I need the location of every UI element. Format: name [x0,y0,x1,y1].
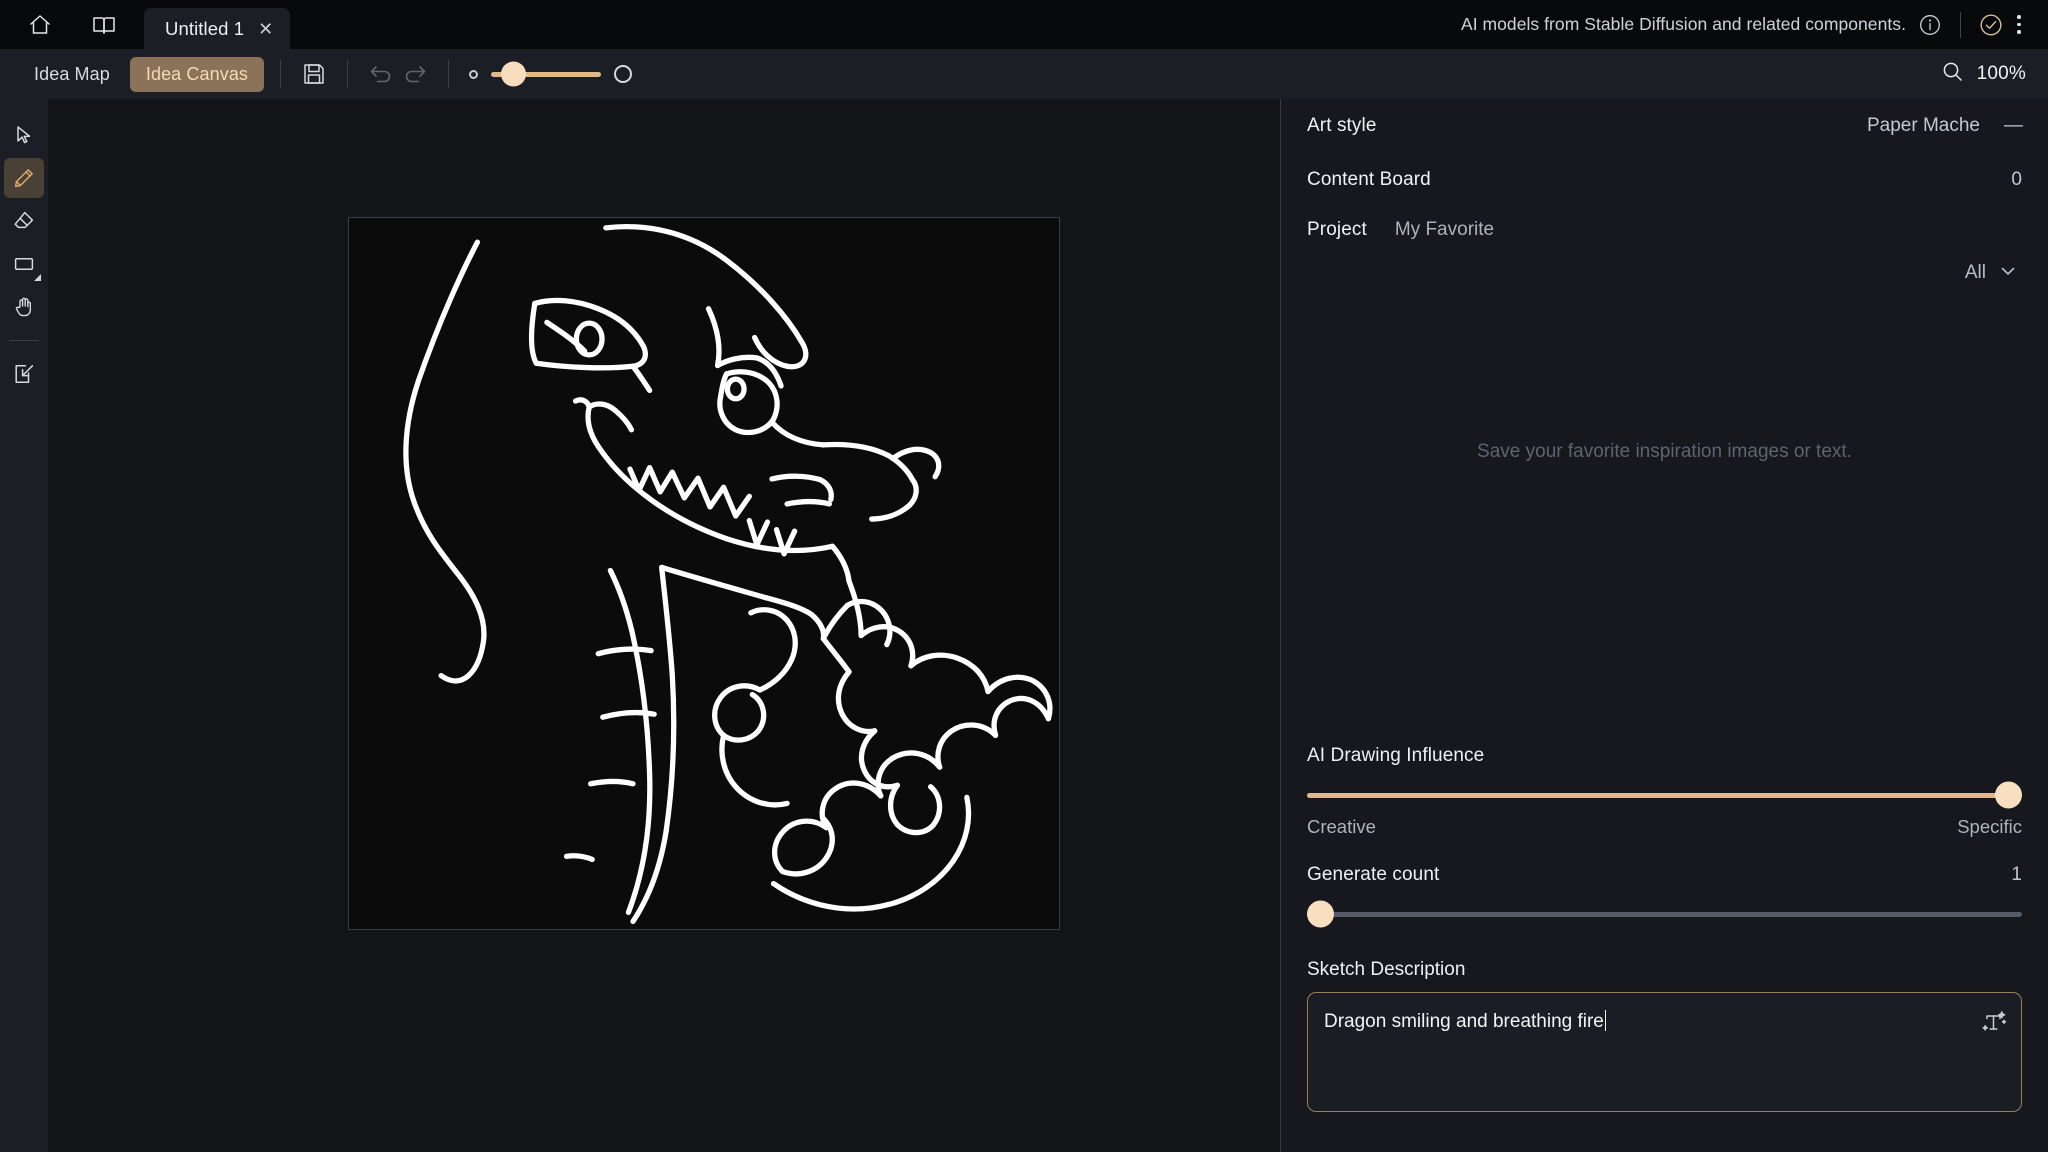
sketch-description-text: Dragon smiling and breathing fire [1324,1011,1604,1032]
brush-size-knob[interactable] [500,61,526,87]
art-style-value[interactable]: Paper Mache [1867,115,1980,137]
toolbar-divider-1 [280,60,282,88]
zoom-control[interactable]: 100% [1941,49,2026,99]
ai-influence-track[interactable] [1307,792,2022,798]
tab-idea-canvas[interactable]: Idea Canvas [129,56,265,92]
kebab-menu-icon[interactable] [2004,10,2034,40]
project-label: Project [1307,219,1367,240]
pencil-tool[interactable] [4,158,44,198]
tab-idea-map[interactable]: Idea Map [18,57,126,92]
title-bar-left [0,0,126,49]
pan-tool[interactable] [4,287,44,327]
sketch-canvas[interactable] [348,217,1060,930]
ai-notice-text: AI models from Stable Diffusion and rela… [1460,14,1906,34]
ai-influence-section: AI Drawing Influence Creative Specific [1307,741,2022,838]
check-circle-icon[interactable] [1978,12,2004,38]
chevron-down-icon[interactable] [1998,261,2018,286]
brush-size-control[interactable] [469,61,633,87]
title-bar-right: AI models from Stable Diffusion and rela… [1461,0,2034,49]
filter-value: All [1964,262,1986,283]
save-icon[interactable] [297,57,331,91]
dragon-sketch [403,223,1053,925]
content-board-count: 0 [2011,169,2022,190]
shape-tool[interactable] [4,244,44,284]
ai-influence-min-label: Creative [1307,816,1376,837]
ai-influence-max-label: Specific [1957,816,2022,837]
art-style-label: Art style [1307,115,1377,136]
info-icon[interactable] [1917,12,1943,38]
content-board-label: Content Board [1307,169,1431,190]
mode-switch: Idea Map Idea Canvas [18,56,265,92]
brush-min-icon [469,69,479,79]
select-tool[interactable] [4,115,44,155]
home-icon[interactable] [18,3,62,47]
filter-dropdown[interactable]: All [1307,253,2022,293]
close-icon[interactable]: ✕ [258,20,273,38]
canvas-area[interactable] [48,99,1280,1152]
eraser-tool[interactable] [4,201,44,241]
magic-text-icon[interactable] [1978,1007,2008,1042]
sketch-description-input[interactable]: Dragon smiling and breathing fire [1307,992,2022,1112]
sketch-description-label: Sketch Description [1307,959,1466,980]
generate-count-section: Generate count 1 [1307,860,2022,929]
undo-icon[interactable] [364,57,398,91]
search-icon[interactable] [1941,60,1964,88]
project-row[interactable]: Project My Favorite [1307,207,2022,253]
art-style-row[interactable]: Art style Paper Mache — [1307,99,2023,153]
redo-icon[interactable] [398,57,432,91]
generate-count-knob[interactable] [1307,900,1334,928]
content-board-row[interactable]: Content Board 0 [1307,153,2022,207]
project-value[interactable]: My Favorite [1395,219,1494,241]
generate-count-label: Generate count [1307,864,1440,885]
toolbar-divider-2 [347,60,349,88]
workspace: Art style Paper Mache — Content Board 0 … [0,99,2048,1152]
rail-divider [9,340,39,341]
properties-panel: Art style Paper Mache — Content Board 0 … [1280,99,2048,1152]
title-bar-divider [1960,11,1961,38]
toolbar-divider-3 [448,60,450,88]
ai-influence-knob[interactable] [1995,781,2022,809]
art-style-dash: — [2004,115,2023,136]
favorites-empty-message: Save your favorite inspiration images or… [1477,440,1852,462]
tab-title: Untitled 1 [165,17,245,39]
sketch-description-section: Sketch Description Dragon smiling and br… [1307,955,2022,1152]
main-toolbar: Idea Map Idea Canvas 100% [0,49,2048,99]
shape-tool-expand-icon[interactable] [34,274,41,281]
text-caret [1604,1010,1607,1031]
document-tab[interactable]: Untitled 1 ✕ [144,8,291,49]
tool-rail [0,99,48,1152]
app-window: Untitled 1 ✕ AI models from Stable Diffu… [0,0,2048,1152]
ai-influence-slider[interactable] [1307,780,2022,810]
brush-max-icon [614,65,633,83]
ai-influence-label: AI Drawing Influence [1307,745,1485,766]
brush-size-slider[interactable] [491,61,602,87]
generate-count-value: 1 [2011,864,2022,885]
import-tool[interactable] [4,354,44,394]
generate-count-track[interactable] [1307,911,2022,917]
generate-count-slider[interactable] [1307,899,2022,929]
title-bar: Untitled 1 ✕ AI models from Stable Diffu… [0,0,2048,49]
book-icon[interactable] [82,3,126,47]
zoom-level[interactable]: 100% [1977,63,2026,85]
